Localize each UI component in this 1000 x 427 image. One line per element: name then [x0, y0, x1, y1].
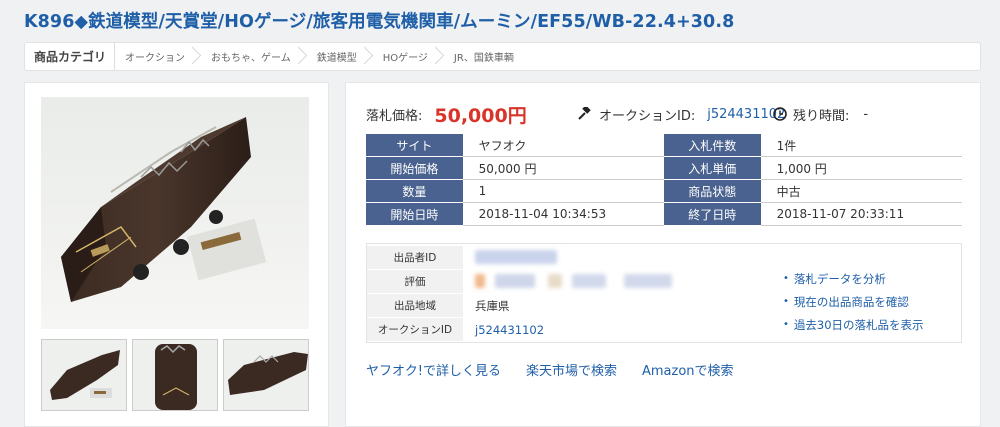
bid-unit-header: 入札単価 — [663, 157, 761, 180]
end-date-header: 終了日時 — [663, 203, 761, 226]
condition-header: 商品状態 — [663, 180, 761, 203]
breadcrumb-item-railway-models[interactable]: 鉄道模型 — [307, 43, 373, 70]
start-date-header: 開始日時 — [366, 203, 463, 226]
analyze-bid-data-link[interactable]: 落札データを分析 — [794, 271, 886, 287]
quantity-value: 1 — [462, 180, 664, 203]
yahoo-auction-link[interactable]: ヤフオク!で詳しく見る — [366, 360, 501, 379]
site-header: サイト — [366, 134, 463, 157]
rating-row: 評価 — [367, 270, 672, 294]
seller-id-label: 出品者ID — [367, 246, 463, 270]
seller-auction-id-link[interactable]: j524431102 — [463, 323, 544, 337]
clock-icon — [773, 107, 787, 121]
seller-id-row: 出品者ID — [367, 246, 557, 270]
seller-box: 出品者ID 評価 出品地域 兵庫県 オークションID j524431102 • 落… — [366, 243, 962, 343]
details-panel: 落札価格: 50,000円 オークションID: j524431102 残り時間:… — [345, 82, 981, 427]
analysis-link-row: • 落札データを分析 — [783, 271, 886, 287]
quantity-header: 数量 — [366, 180, 463, 203]
rakuten-search-link[interactable]: 楽天市場で検索 — [526, 360, 617, 379]
start-date-value: 2018-11-04 10:34:53 — [462, 203, 664, 226]
start-price-value: 50,000 円 — [462, 157, 664, 180]
breadcrumb-item-ho-gauge[interactable]: HOゲージ — [373, 43, 444, 70]
page-title: K896◆鉄道模型/天賞堂/HOゲージ/旅客用電気機関車/ムーミン/EF55/W… — [24, 12, 735, 32]
auction-id-row: オークションID j524431102 — [367, 318, 544, 342]
seller-auction-id-label: オークションID — [367, 318, 463, 342]
image-panel — [24, 82, 329, 427]
breadcrumb-item-jr[interactable]: JR、国鉄車輌 — [444, 43, 530, 70]
bid-count-value: 1件 — [760, 134, 962, 157]
site-value: ヤフオク — [462, 134, 664, 157]
past-30-days-link[interactable]: 過去30日の落札品を表示 — [794, 317, 924, 333]
start-price-header: 開始価格 — [366, 157, 463, 180]
gavel-icon — [578, 107, 592, 121]
bid-unit-value: 1,000 円 — [760, 157, 962, 180]
thumbnail-1[interactable] — [41, 339, 127, 411]
breadcrumb-head: 商品カテゴリ — [25, 43, 116, 70]
breadcrumb: 商品カテゴリ オークション おもちゃ、ゲーム 鉄道模型 HOゲージ JR、国鉄車… — [24, 42, 981, 71]
table-row: 数量 1 商品状態 中古 — [366, 180, 962, 203]
thumbnail-3[interactable] — [223, 339, 309, 411]
info-table: サイト ヤフオク 入札件数 1件 開始価格 50,000 円 入札単価 1,00… — [366, 134, 962, 226]
condition-value: 中古 — [760, 180, 962, 203]
bid-count-header: 入札件数 — [663, 134, 761, 157]
breadcrumb-item-toys[interactable]: おもちゃ、ゲーム — [201, 43, 307, 70]
main-product-photo[interactable] — [41, 97, 309, 329]
rating-value — [463, 273, 672, 291]
thumbnail-2[interactable] — [132, 339, 218, 411]
auction-id-label: オークションID: — [599, 108, 696, 124]
region-value: 兵庫県 — [475, 299, 510, 313]
table-row: 開始日時 2018-11-04 10:34:53 終了日時 2018-11-07… — [366, 203, 962, 226]
analysis-link-row: • 現在の出品商品を確認 — [783, 294, 909, 310]
rating-label: 評価 — [367, 270, 463, 294]
price-label: 落札価格: — [366, 108, 423, 124]
price-value: 50,000円 — [434, 104, 527, 127]
remaining-label: 残り時間: — [793, 108, 850, 124]
table-row: サイト ヤフオク 入札件数 1件 — [366, 134, 962, 157]
region-row: 出品地域 兵庫県 — [367, 294, 510, 318]
amazon-search-link[interactable]: Amazonで検索 — [642, 360, 734, 379]
external-links: ヤフオク!で詳しく見る 楽天市場で検索 Amazonで検索 — [366, 360, 759, 379]
seller-id-value — [463, 249, 557, 267]
table-row: 開始価格 50,000 円 入札単価 1,000 円 — [366, 157, 962, 180]
breadcrumb-item-auction[interactable]: オークション — [115, 43, 201, 70]
analysis-links: • 落札データを分析 • 現在の出品商品を確認 • 過去30日の落札品を表示 — [783, 267, 924, 336]
region-label: 出品地域 — [367, 294, 463, 318]
remaining-value: - — [863, 106, 869, 122]
end-date-value: 2018-11-07 20:33:11 — [760, 203, 962, 226]
analysis-link-row: • 過去30日の落札品を表示 — [783, 317, 924, 333]
current-listings-link[interactable]: 現在の出品商品を確認 — [794, 294, 909, 310]
price-row: 落札価格: 50,000円 オークションID: j524431102 残り時間:… — [366, 101, 868, 127]
